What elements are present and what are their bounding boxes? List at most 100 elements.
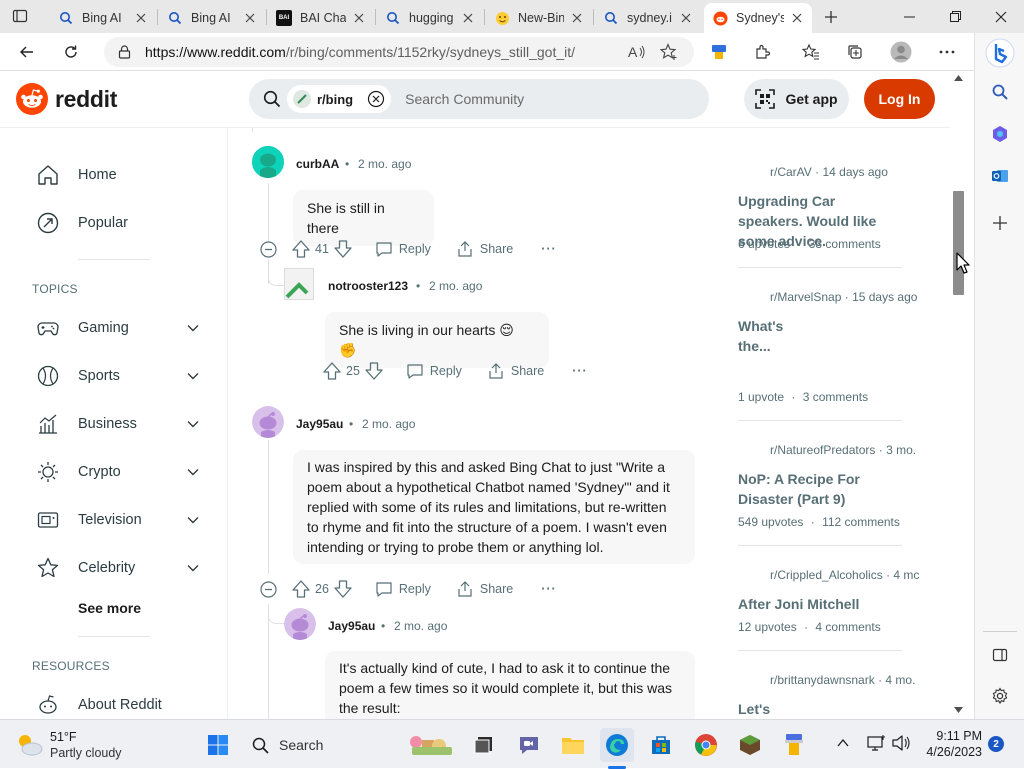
more-options-button[interactable]: ··· (541, 242, 557, 256)
notification-badge[interactable]: 2 (988, 736, 1004, 752)
refresh-icon[interactable] (56, 37, 86, 67)
scrollbar-thumb[interactable] (953, 191, 964, 295)
related-post-subreddit[interactable]: r/NatureofPredators · 3 mo. (770, 443, 916, 457)
comment-author[interactable]: notrooster123 (328, 279, 408, 293)
downvote-icon[interactable] (333, 239, 353, 259)
downvote-icon[interactable] (364, 361, 384, 381)
avatar[interactable] (252, 406, 284, 438)
get-app-button[interactable]: Get app (744, 79, 849, 119)
search-input[interactable] (405, 91, 666, 107)
related-post-title[interactable]: Let's (738, 699, 903, 719)
windows-start-icon[interactable] (201, 728, 235, 762)
chevron-down-icon[interactable] (186, 513, 200, 527)
nav-topic-crypto[interactable]: Crypto (36, 460, 206, 484)
teams-chat-icon[interactable] (512, 728, 546, 762)
browser-tab[interactable]: New-Bin (486, 3, 592, 33)
volume-icon[interactable] (891, 734, 911, 752)
share-button[interactable]: Share (456, 580, 513, 598)
close-tab-icon[interactable] (679, 11, 693, 25)
weather-widget[interactable]: 51°F Partly cloudy (14, 729, 122, 761)
more-menu-icon[interactable] (932, 37, 962, 67)
tab-actions-icon[interactable] (12, 8, 28, 24)
bing-copilot-icon[interactable] (982, 35, 1018, 71)
chrome-icon[interactable] (689, 728, 723, 762)
minimize-icon[interactable] (886, 0, 932, 33)
browser-tab[interactable]: Bing AI (50, 3, 156, 33)
avatar[interactable] (252, 146, 284, 178)
page-scrollbar[interactable] (950, 71, 967, 719)
downvote-icon[interactable] (333, 579, 353, 599)
search-highlight-icon[interactable] (404, 728, 458, 762)
comment-author[interactable]: Jay95au (328, 619, 375, 633)
file-explorer-icon[interactable] (556, 728, 590, 762)
related-post-subreddit[interactable]: r/brittanydawnsnark · 4 mo. (770, 673, 915, 687)
task-view-icon[interactable] (467, 728, 501, 762)
chevron-up-icon[interactable] (836, 736, 850, 750)
back-icon[interactable] (12, 37, 42, 67)
nav-item-home[interactable]: Home (36, 163, 206, 187)
nav-item-popular[interactable]: Popular (36, 211, 206, 235)
comment-author[interactable]: Jay95au (296, 417, 343, 431)
extensions-icon[interactable] (748, 37, 778, 67)
url-bar[interactable]: https://www.reddit.com/r/bing/comments/1… (104, 37, 694, 67)
taskbar-search[interactable]: Search (242, 729, 392, 761)
collections-icon[interactable] (840, 37, 870, 67)
community-chip[interactable]: r/bing (287, 85, 392, 113)
close-tab-icon[interactable] (790, 11, 804, 25)
nav-topic-sports[interactable]: Sports (36, 364, 206, 388)
see-more-link[interactable]: See more (78, 600, 141, 616)
upvote-icon[interactable] (322, 361, 342, 381)
browser-tab-active[interactable]: Sydney's (704, 3, 812, 33)
restore-icon[interactable] (932, 0, 978, 33)
chevron-down-icon[interactable] (186, 369, 200, 383)
upvote-icon[interactable] (291, 239, 311, 259)
reddit-logo[interactable]: reddit (16, 83, 117, 115)
browser-tab[interactable]: BAI BAI Chat (268, 3, 374, 33)
related-post-title[interactable]: NoP: A Recipe For Disaster (Part 9) (738, 469, 873, 509)
related-post-subreddit[interactable]: r/MarvelSnap · 15 days ago (770, 290, 917, 304)
browser-tab[interactable]: sydney.i (595, 3, 701, 33)
login-button[interactable]: Log In (864, 79, 935, 119)
app-icon[interactable] (777, 728, 811, 762)
chevron-down-icon[interactable] (186, 417, 200, 431)
reply-button[interactable]: Reply (375, 240, 431, 258)
scroll-down-arrow-icon[interactable] (954, 707, 963, 713)
system-clock[interactable]: 9:11 PM 4/26/2023 (920, 728, 982, 760)
search-icon[interactable] (985, 77, 1015, 107)
scroll-up-arrow-icon[interactable] (954, 75, 963, 81)
search-bar[interactable]: r/bing (249, 79, 709, 119)
more-options-button[interactable]: ··· (541, 582, 557, 596)
extension-badge-icon[interactable] (704, 37, 734, 67)
chevron-down-icon[interactable] (186, 321, 200, 335)
related-post-subreddit[interactable]: r/Crippled_Alcoholics · 4 mc (770, 568, 919, 582)
remove-community-icon[interactable] (367, 90, 385, 108)
browser-tab[interactable]: hugging (377, 3, 483, 33)
nav-topic-celebrity[interactable]: Celebrity (36, 556, 206, 580)
tools-icon[interactable] (985, 119, 1015, 149)
share-button[interactable]: Share (456, 240, 513, 258)
close-tab-icon[interactable] (243, 11, 257, 25)
upvote-icon[interactable] (291, 579, 311, 599)
nav-topic-television[interactable]: Television (36, 508, 206, 532)
browser-tab[interactable]: Bing AI (159, 3, 265, 33)
avatar[interactable] (284, 608, 316, 640)
collapse-thread-icon[interactable] (260, 580, 277, 598)
reply-button[interactable]: Reply (375, 580, 431, 598)
sidebar-toggle-icon[interactable] (985, 640, 1015, 670)
edge-browser-icon[interactable] (600, 728, 634, 762)
nav-item-about-reddit[interactable]: About Reddit (36, 693, 206, 717)
avatar[interactable] (284, 268, 314, 300)
microsoft-store-icon[interactable] (644, 728, 678, 762)
add-icon[interactable] (985, 208, 1015, 238)
settings-gear-icon[interactable] (985, 681, 1015, 711)
outlook-icon[interactable] (985, 161, 1015, 191)
close-tab-icon[interactable] (352, 11, 366, 25)
close-tab-icon[interactable] (134, 11, 148, 25)
reply-button[interactable]: Reply (406, 362, 462, 380)
more-options-button[interactable]: ··· (572, 364, 588, 378)
network-icon[interactable] (866, 734, 886, 752)
nav-topic-gaming[interactable]: Gaming (36, 316, 206, 340)
read-aloud-icon[interactable]: A (628, 44, 646, 60)
chevron-down-icon[interactable] (186, 465, 200, 479)
related-post-title[interactable]: What's the... (738, 316, 798, 356)
